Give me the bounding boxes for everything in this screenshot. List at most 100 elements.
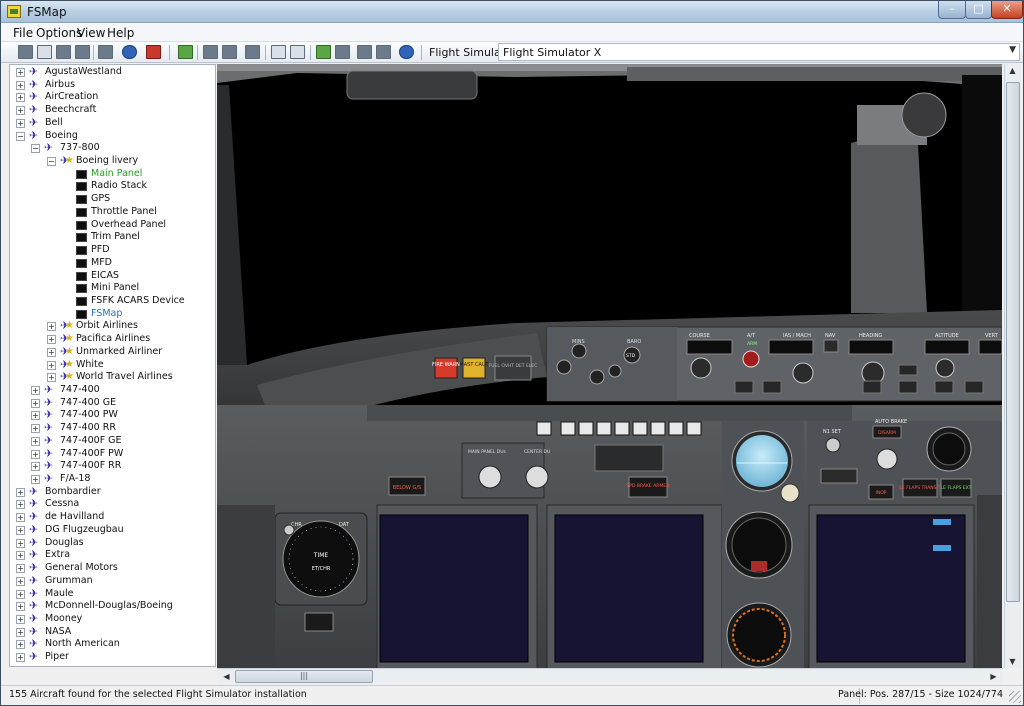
- help-icon[interactable]: [122, 45, 137, 59]
- exit-icon[interactable]: [146, 45, 161, 59]
- tree-item-maker[interactable]: + ✈ Bombardier: [10, 485, 215, 499]
- map-mode-knob[interactable]: [589, 369, 605, 385]
- tree-item-model[interactable]: + ✈ 747-400 GE: [10, 396, 215, 410]
- tree-item-maker[interactable]: + ✈ de Havilland: [10, 511, 215, 524]
- horizontal-scroll-thumb[interactable]: |||: [235, 670, 373, 683]
- expand-icon[interactable]: +: [16, 487, 25, 497]
- screen-b-icon[interactable]: [376, 45, 391, 59]
- tree-item-maker[interactable]: + ✈ North American: [10, 638, 215, 651]
- tree-item-maker[interactable]: + ✈ Mooney: [10, 612, 215, 626]
- panel-viewport[interactable]: FIRE WARN MAST CAUT FUEL OVHT DET ELEC M…: [217, 64, 1002, 668]
- link-icon[interactable]: [271, 45, 286, 59]
- expand-icon[interactable]: +: [47, 335, 56, 345]
- tree-item-maker[interactable]: + ✈ Cessna: [10, 498, 215, 511]
- expand-icon[interactable]: +: [31, 436, 40, 446]
- expand-icon[interactable]: +: [16, 93, 25, 103]
- maximize-button[interactable]: □: [965, 1, 992, 19]
- save-icon[interactable]: [245, 45, 260, 59]
- expand-icon[interactable]: +: [16, 68, 25, 77]
- arrow-in-icon[interactable]: [316, 45, 331, 59]
- center-du-selector[interactable]: [525, 465, 549, 489]
- expand-icon[interactable]: +: [16, 564, 25, 574]
- expand-icon[interactable]: +: [31, 462, 40, 472]
- tree-item-panel[interactable]: Trim Panel: [10, 231, 215, 244]
- expand-icon[interactable]: +: [16, 576, 25, 586]
- expand-icon[interactable]: +: [47, 347, 56, 357]
- unlink-icon[interactable]: [290, 45, 305, 59]
- expand-icon[interactable]: +: [31, 386, 40, 395]
- resize-grip-icon[interactable]: [1009, 691, 1021, 703]
- speed-knob[interactable]: [792, 362, 814, 384]
- expand-icon[interactable]: +: [16, 513, 25, 523]
- options-icon[interactable]: [399, 45, 414, 59]
- tree-item-maker[interactable]: + ✈ General Motors: [10, 562, 215, 575]
- tree-item-panel[interactable]: EICAS: [10, 270, 215, 283]
- tree-item-model[interactable]: + ✈ 747-400: [10, 384, 215, 397]
- window-view-icon[interactable]: [37, 45, 52, 59]
- expand-icon[interactable]: +: [47, 373, 56, 383]
- expand-icon[interactable]: +: [16, 614, 25, 624]
- collapse-icon[interactable]: −: [31, 144, 40, 154]
- expand-icon[interactable]: +: [31, 411, 40, 421]
- vertical-scrollbar[interactable]: ▲ ▼: [1004, 64, 1021, 668]
- radio-baro-knob[interactable]: [571, 343, 587, 359]
- tree-item-maker[interactable]: + ✈ Piper: [10, 651, 215, 664]
- tree-item-panel[interactable]: Throttle Panel: [10, 206, 215, 219]
- expand-icon[interactable]: +: [31, 475, 40, 485]
- tree-item-panel[interactable]: FSFK ACARS Device: [10, 295, 215, 308]
- tree-item-maker[interactable]: + ✈ Bell: [10, 116, 215, 130]
- menu-help[interactable]: Help: [107, 26, 134, 40]
- course-knob[interactable]: [690, 357, 712, 379]
- expand-icon[interactable]: +: [16, 500, 25, 510]
- at-arm-button[interactable]: [742, 350, 760, 368]
- panel-view-icon[interactable]: [18, 45, 33, 59]
- tree-item-maker[interactable]: + ✈ DG Flugzeugbau: [10, 523, 215, 537]
- scroll-down-icon[interactable]: ▼: [1005, 657, 1020, 666]
- tree-item-livery[interactable]: + ✈ ★ Pacifica Airlines: [10, 333, 215, 346]
- flight-sim-select[interactable]: Flight Simulator X ▼: [498, 43, 1020, 61]
- tree-item-model[interactable]: − ✈ 737-800: [10, 142, 215, 155]
- refresh-icon[interactable]: [178, 45, 193, 59]
- tree-item-panel[interactable]: Overhead Panel: [10, 219, 215, 232]
- expand-icon[interactable]: +: [16, 551, 25, 561]
- nav-button[interactable]: [823, 339, 839, 353]
- arrow-out-icon[interactable]: [335, 45, 350, 59]
- vertical-scroll-thumb[interactable]: [1006, 82, 1020, 602]
- tree-item-maker[interactable]: + ✈ AgustaWestland: [10, 66, 215, 79]
- close-button[interactable]: ✕: [991, 1, 1023, 19]
- tree-item-panel[interactable]: MFD: [10, 257, 215, 270]
- split-view-icon[interactable]: [56, 45, 71, 59]
- tree-item-panel[interactable]: Mini Panel: [10, 282, 215, 295]
- grid-icon[interactable]: [98, 45, 113, 59]
- horizontal-scrollbar[interactable]: ◀ ||| ▶: [217, 668, 1003, 684]
- aircraft-tree[interactable]: + ✈ AgustaWestland + ✈ Airbus + ✈ AirCreation + ✈ B…: [9, 64, 216, 667]
- expand-icon[interactable]: +: [16, 627, 25, 637]
- menu-view[interactable]: View: [77, 26, 105, 40]
- tree-item-model[interactable]: + ✈ 747-400F RR: [10, 460, 215, 473]
- tree-item-panel[interactable]: Main Panel: [10, 168, 215, 181]
- expand-icon[interactable]: +: [16, 538, 25, 548]
- tree-item-panel[interactable]: Radio Stack: [10, 180, 215, 193]
- tree-item-maker[interactable]: + ✈ Airbus: [10, 78, 215, 92]
- expand-icon[interactable]: +: [31, 424, 40, 434]
- chr-button[interactable]: [283, 524, 295, 536]
- range-knob[interactable]: [608, 364, 622, 378]
- tree-item-maker[interactable]: + ✈ AirCreation: [10, 91, 215, 104]
- scroll-up-icon[interactable]: ▲: [1005, 66, 1020, 75]
- tree-item-maker[interactable]: + ✈ NASA: [10, 625, 215, 639]
- expand-icon[interactable]: +: [16, 80, 25, 90]
- collapse-icon[interactable]: −: [16, 131, 25, 141]
- tree-item-panel[interactable]: GPS: [10, 193, 215, 206]
- title-bar[interactable]: FSMap – □ ✕: [1, 1, 1023, 23]
- scroll-right-icon[interactable]: ▶: [986, 672, 1001, 681]
- tree-item-panel[interactable]: FSMap: [10, 308, 215, 321]
- tree-item-model[interactable]: + ✈ F/A-18: [10, 473, 215, 486]
- menu-file[interactable]: File: [13, 26, 33, 40]
- monitor-icon[interactable]: [203, 45, 218, 59]
- tree-item-maker[interactable]: + ✈ McDonnell-Douglas/Boeing: [10, 600, 215, 613]
- tree-item-maker[interactable]: + ✈ Grumman: [10, 574, 215, 588]
- standby-knob[interactable]: [780, 483, 800, 503]
- tree-item-livery[interactable]: + ✈ ★ Orbit Airlines: [10, 320, 215, 333]
- gauge-view-icon[interactable]: [75, 45, 90, 59]
- screen-a-icon[interactable]: [357, 45, 372, 59]
